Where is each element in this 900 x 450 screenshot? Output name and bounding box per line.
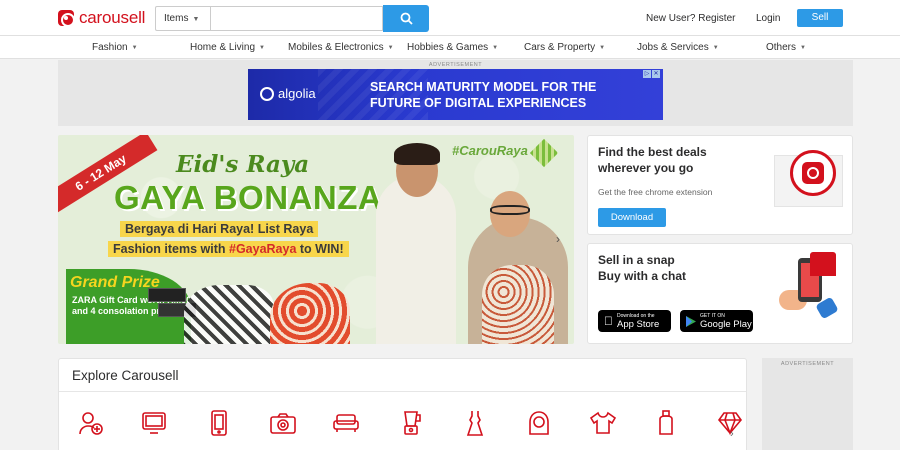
app-store-small: Download on the xyxy=(608,312,655,319)
app-store-big: App Store xyxy=(608,318,659,330)
brand-name: carousell xyxy=(79,8,146,27)
search-category-select[interactable]: Items ▼ xyxy=(155,6,210,31)
carousell-logo-icon xyxy=(802,162,824,184)
caret-down-icon: ▼ xyxy=(800,45,806,51)
google-play-big: Google Play xyxy=(700,318,752,330)
category-label: Others xyxy=(766,42,797,53)
adchoices[interactable]: ▷ ✕ xyxy=(643,70,661,78)
app-store-button[interactable]:  Download on theApp Store xyxy=(598,310,671,332)
monitor-icon[interactable] xyxy=(140,410,168,436)
search-button[interactable] xyxy=(383,5,429,32)
ad-headline-line-1: SEARCH MATURITY MODEL FOR THE xyxy=(370,80,597,94)
category-label: Jobs & Services xyxy=(637,42,709,53)
app-store-text: Download on the App Store xyxy=(617,313,659,330)
search-category-label: Items xyxy=(164,13,189,24)
hero-line-2: Fashion items with #GayaRaya to WIN! xyxy=(108,241,349,257)
beauty-bottle-icon[interactable] xyxy=(652,410,680,436)
app-card-title-line-2: Buy with a chat xyxy=(598,269,687,283)
category-hobbies-games[interactable]: Hobbies & Games ▼ xyxy=(407,42,498,53)
hero-line-2-pre: Fashion items with xyxy=(113,242,229,256)
caret-down-icon: ▼ xyxy=(712,45,719,51)
ad-headline-line-2: FUTURE OF DIGITAL EXPERIENCES xyxy=(370,96,587,110)
carousell-logo-icon xyxy=(58,10,75,27)
sell-button[interactable]: Sell xyxy=(797,9,843,27)
category-bar: Fashion ▼ Home & Living ▼ Mobiles & Electr… xyxy=(0,36,900,59)
category-others[interactable]: Others ▼ xyxy=(766,42,806,53)
register-link[interactable]: New User? Register xyxy=(646,13,735,24)
google-play-text: GET IT ON Google Play xyxy=(700,313,752,330)
caret-down-icon: ▼ xyxy=(387,45,394,51)
hero-line-1: Bergaya di Hari Raya! List Raya xyxy=(120,221,319,237)
gaya-bonanza-title: GAYA BONANZA xyxy=(114,179,383,216)
explore-next-arrow[interactable]: › xyxy=(730,428,734,440)
eids-raya-heading: Eid's Raya xyxy=(176,151,310,178)
glasses-image xyxy=(490,205,530,215)
dress-icon[interactable] xyxy=(461,410,489,436)
carousell-extension-icon xyxy=(790,150,836,196)
category-label: Fashion xyxy=(92,42,128,53)
gift-card-image xyxy=(148,288,186,302)
app-card-title: Sell in a snap Buy with a chat xyxy=(598,252,686,284)
grand-prize-heading: Grand Prize xyxy=(70,274,160,291)
caret-down-icon: ▼ xyxy=(492,45,499,51)
caret-down-icon: ▼ xyxy=(599,45,606,51)
algolia-logo: algolia xyxy=(260,86,316,101)
chrome-card-title-line-2: wherever you go xyxy=(598,161,694,175)
adchoices-icon: ▷ xyxy=(643,70,651,78)
hero-hashtag-gayaraya: #GayaRaya xyxy=(229,242,297,256)
ad-headline: SEARCH MATURITY MODEL FOR THE FUTURE OF … xyxy=(370,79,630,111)
category-label: Home & Living xyxy=(190,42,256,53)
top-header: carousell Items ▼ New User? Register Logi… xyxy=(0,0,900,36)
category-cars-property[interactable]: Cars & Property ▼ xyxy=(524,42,605,53)
tshirt-icon[interactable] xyxy=(589,410,617,436)
headscarf-icon[interactable] xyxy=(525,410,553,436)
carousell-logo[interactable]: carousell xyxy=(58,8,145,28)
category-label: Hobbies & Games xyxy=(407,42,489,53)
carouraya-hashtag: #CarouRaya xyxy=(452,143,528,158)
app-card-title-line-1: Sell in a snap xyxy=(598,253,675,267)
search-input[interactable] xyxy=(210,6,383,31)
sofa-icon[interactable] xyxy=(332,410,360,436)
shirt-illustration xyxy=(810,252,836,276)
category-home-living[interactable]: Home & Living ▼ xyxy=(190,42,265,53)
hero-next-arrow[interactable]: › xyxy=(556,232,560,246)
chrome-card-title-line-1: Find the best deals xyxy=(598,145,707,159)
search-icon xyxy=(400,12,413,25)
chrome-card-subtitle: Get the free chrome extension xyxy=(598,187,713,197)
category-fashion[interactable]: Fashion ▼ xyxy=(92,42,138,53)
caret-down-icon: ▼ xyxy=(192,16,200,23)
algolia-brand: algolia xyxy=(278,86,316,101)
model-woman-dress xyxy=(482,265,554,344)
category-label: Mobiles & Electronics xyxy=(288,42,384,53)
model-man-image xyxy=(376,175,456,344)
camera-icon[interactable] xyxy=(269,410,297,436)
advertisement-label: ADVERTISEMENT xyxy=(428,62,483,68)
blender-icon[interactable] xyxy=(397,410,425,436)
add-user-icon[interactable] xyxy=(77,410,105,436)
close-icon[interactable]: ✕ xyxy=(652,70,660,78)
caret-down-icon: ▼ xyxy=(259,45,265,51)
algolia-logo-icon xyxy=(260,86,274,101)
divider xyxy=(59,391,746,392)
google-play-icon xyxy=(686,315,696,327)
category-jobs-services[interactable]: Jobs & Services ▼ xyxy=(637,42,719,53)
category-mobiles-electronics[interactable]: Mobiles & Electronics ▼ xyxy=(288,42,394,53)
explore-title: Explore Carousell xyxy=(72,368,179,383)
hero-banner[interactable]: 6 - 12 May Eid's Raya GAYA BONANZA Berga… xyxy=(58,135,574,344)
hero-line-2-post: to WIN! xyxy=(296,242,344,256)
google-play-button[interactable]: GET IT ON Google Play xyxy=(680,310,753,332)
advertisement-label: ADVERTISEMENT xyxy=(780,361,835,367)
algolia-banner-ad[interactable]: algolia SEARCH MATURITY MODEL FOR THE FU… xyxy=(248,69,663,120)
mobile-phone-icon[interactable] xyxy=(205,410,233,436)
apple-icon:  xyxy=(604,314,613,328)
side-ad-container xyxy=(762,358,853,450)
category-label: Cars & Property xyxy=(524,42,596,53)
download-button[interactable]: Download xyxy=(598,208,666,227)
model-man-hair xyxy=(394,143,440,165)
fabric-image xyxy=(270,283,350,344)
login-link[interactable]: Login xyxy=(756,13,780,24)
caret-down-icon: ▼ xyxy=(131,45,138,51)
chrome-card-title: Find the best deals wherever you go xyxy=(598,144,707,176)
fabric-image xyxy=(184,285,274,344)
